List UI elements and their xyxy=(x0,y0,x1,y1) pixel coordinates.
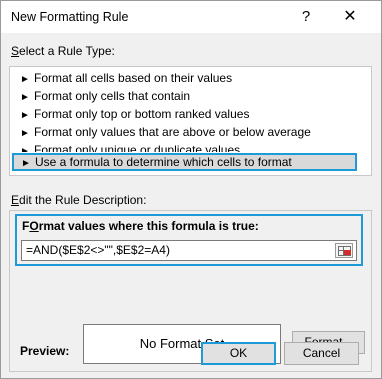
rule-type-list[interactable]: ► Format all cells based on their values … xyxy=(9,66,372,176)
new-formatting-rule-dialog: New Formatting Rule ? ✕ Select a Rule Ty… xyxy=(0,0,382,379)
rule-type-item-label: Format only values that are above or bel… xyxy=(34,125,311,139)
rule-type-item-label: Format only cells that contain xyxy=(34,89,191,103)
rule-type-item[interactable]: ► Format only values that are above or be… xyxy=(12,124,311,141)
formula-heading-text: rmat values where this formula is true: xyxy=(38,219,259,233)
edit-rule-description-accel: E xyxy=(11,193,20,207)
formula-heading-accel: O xyxy=(29,219,39,233)
edit-rule-description-label: Edit the Rule Description: xyxy=(11,193,146,207)
select-rule-type-label-text: elect a Rule Type: xyxy=(19,44,115,58)
dialog-body: Select a Rule Type: ► Format all cells ba… xyxy=(1,33,381,378)
title-bar: New Formatting Rule ? ✕ xyxy=(1,1,381,33)
ok-button[interactable]: OK xyxy=(201,342,276,365)
rule-type-item[interactable]: ► Format only top or bottom ranked values xyxy=(12,106,249,123)
rule-type-item-label: Use a formula to determine which cells t… xyxy=(35,155,292,169)
arrow-right-icon: ► xyxy=(20,146,30,152)
collapse-dialog-button[interactable] xyxy=(335,243,353,258)
formula-input[interactable]: =AND($E$2<>"",$E$2=A4) xyxy=(21,240,357,261)
rule-type-item[interactable]: ► Format only unique or duplicate values xyxy=(12,142,240,152)
rule-type-item-selected[interactable]: ► Use a formula to determine which cells … xyxy=(12,153,357,171)
arrow-right-icon: ► xyxy=(20,92,30,103)
dialog-title: New Formatting Rule xyxy=(11,10,129,24)
rule-type-item-label: Format all cells based on their values xyxy=(34,71,233,85)
cancel-button[interactable]: Cancel xyxy=(284,342,359,365)
rule-type-item[interactable]: ► Format all cells based on their values xyxy=(12,70,232,87)
arrow-right-icon: ► xyxy=(20,110,30,121)
arrow-right-icon: ► xyxy=(20,128,30,139)
range-selector-marker xyxy=(344,250,351,255)
select-rule-type-accel: S xyxy=(11,44,20,58)
formula-heading: FOrmat values where this formula is true… xyxy=(22,219,259,233)
formula-group: FOrmat values where this formula is true… xyxy=(15,214,363,266)
rule-type-item-label: Format only top or bottom ranked values xyxy=(34,107,250,121)
rule-type-item[interactable]: ► Format only cells that contain xyxy=(12,88,190,105)
preview-label: Preview: xyxy=(20,344,70,358)
edit-rule-description-label-text: dit the Rule Description: xyxy=(19,193,147,207)
arrow-right-icon: ► xyxy=(21,158,31,169)
rule-type-item-label: Format only unique or duplicate values xyxy=(34,143,241,152)
close-button[interactable]: ✕ xyxy=(338,6,362,28)
select-rule-type-label: Select a Rule Type: xyxy=(11,44,115,58)
arrow-right-icon: ► xyxy=(20,74,30,85)
help-button[interactable]: ? xyxy=(296,7,316,27)
